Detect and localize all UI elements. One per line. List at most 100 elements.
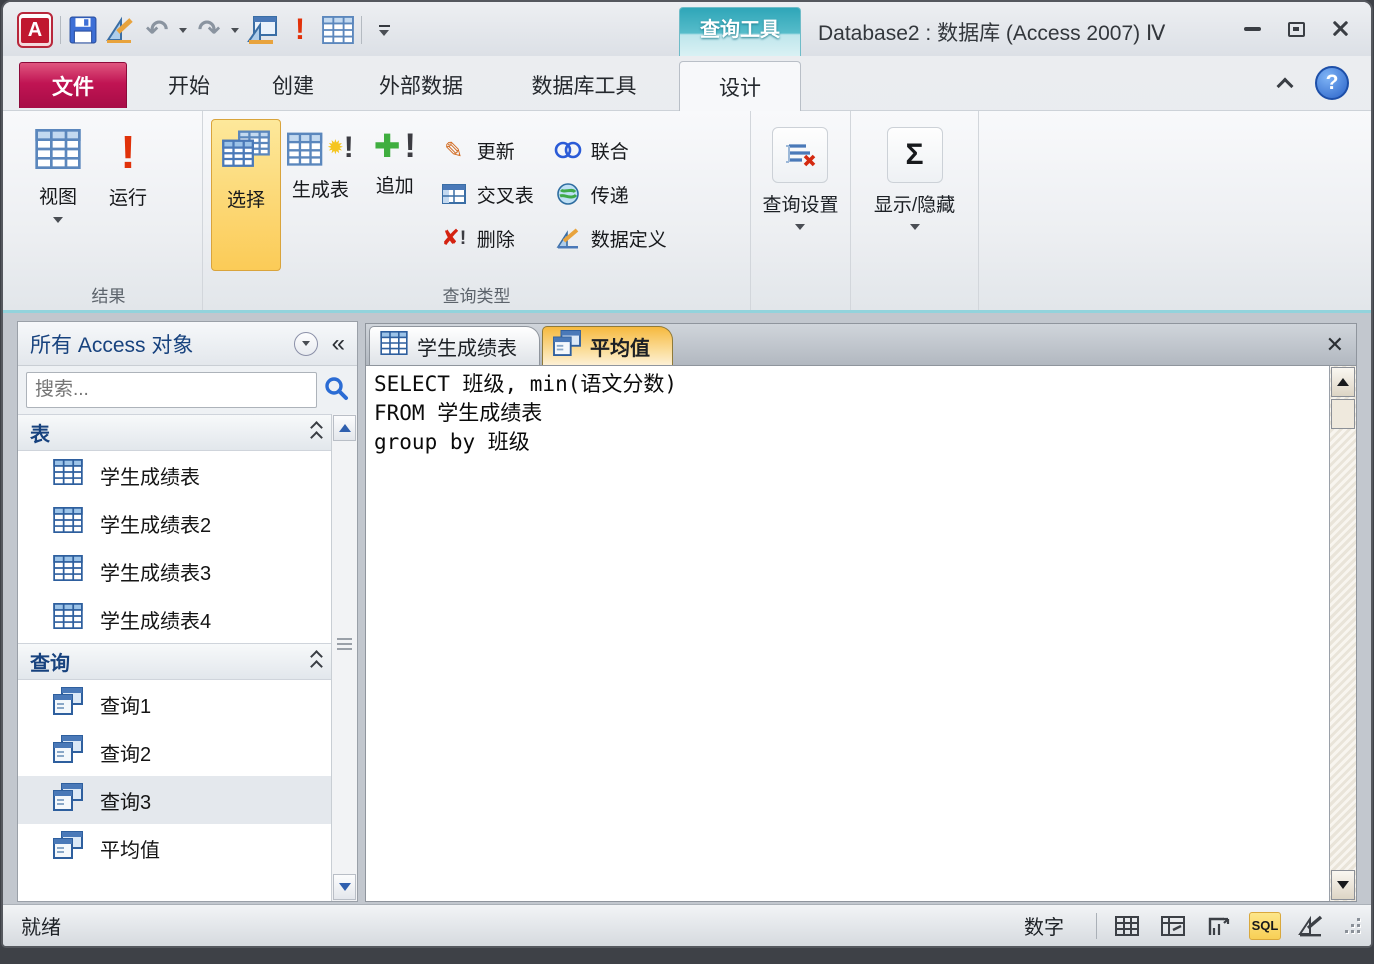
run-quick-icon[interactable]: ! — [285, 12, 315, 48]
update-icon: ✎ — [440, 139, 468, 162]
access-window: A ↶ ↷ ! 查询工具 Database2 : 数据库 — [1, 0, 1373, 948]
scroll-down-icon[interactable] — [333, 874, 356, 900]
union-button[interactable]: 联合 — [554, 133, 667, 167]
delete-icon: ✘! — [440, 227, 468, 249]
show-hide-dropdown-icon — [910, 224, 920, 230]
status-separator — [1096, 913, 1097, 939]
help-button[interactable]: ? — [1315, 66, 1349, 100]
access-logo-icon[interactable]: A — [17, 12, 53, 48]
window-controls — [1237, 18, 1355, 40]
undo-icon[interactable]: ↶ — [142, 12, 172, 48]
query-setup-icon — [772, 127, 828, 183]
close-button[interactable] — [1325, 18, 1355, 40]
navigation-menu-dropdown-icon[interactable] — [294, 332, 318, 356]
status-right-cluster: 数字 SQL — [1024, 911, 1361, 940]
view-icon[interactable] — [246, 12, 278, 48]
save-icon[interactable] — [68, 12, 98, 48]
doc-tab-student-scores[interactable]: 学生成绩表 — [369, 326, 540, 365]
table-icon — [380, 331, 408, 361]
section-header-queries[interactable]: 查询 — [18, 643, 331, 680]
customize-quick-access-icon[interactable] — [369, 12, 399, 48]
globe-icon — [554, 183, 582, 205]
sidebar-item-query-selected[interactable]: 查询3 — [18, 776, 331, 824]
scroll-up-icon[interactable] — [1331, 367, 1355, 397]
scrollbar-thumb[interactable] — [1331, 399, 1355, 429]
sidebar-item-query[interactable]: 查询2 — [18, 728, 331, 776]
table-icon — [52, 459, 84, 491]
qat-separator — [60, 16, 61, 44]
query-icon — [52, 783, 84, 817]
sidebar-item-query[interactable]: 查询1 — [18, 680, 331, 728]
run-button[interactable]: ! 运行 — [93, 119, 163, 271]
search-input[interactable] — [26, 372, 317, 408]
sql-scrollbar[interactable] — [1329, 366, 1356, 901]
navigation-scrollbar[interactable] — [331, 414, 357, 901]
collapse-ribbon-icon[interactable] — [1277, 78, 1294, 95]
redo-dropdown-icon[interactable] — [231, 28, 239, 33]
sql-line: SELECT 班级, min(语文分数) — [374, 370, 1320, 399]
view-dropdown-icon — [53, 217, 63, 223]
design-view-icon[interactable] — [105, 12, 135, 48]
redo-icon[interactable]: ↷ — [194, 12, 224, 48]
sql-line: group by 班级 — [374, 428, 1320, 457]
datasheet-icon[interactable] — [322, 12, 354, 48]
pass-through-button[interactable]: 传递 — [554, 177, 667, 211]
ribbon-group-query-setup: 查询设置 — [751, 111, 851, 310]
scroll-up-icon[interactable] — [333, 415, 356, 441]
tab-database-tools[interactable]: 数据库工具 — [519, 62, 649, 108]
design-view-icon[interactable] — [1295, 912, 1327, 940]
ribbon: 视图 ! 运行 结果 选择 — [3, 110, 1371, 313]
minimize-button[interactable] — [1237, 18, 1267, 40]
sidebar-item-table[interactable]: 学生成绩表2 — [18, 499, 331, 547]
sidebar-item-table[interactable]: 学生成绩表3 — [18, 547, 331, 595]
table-icon — [52, 555, 84, 587]
select-query-button[interactable]: 选择 — [211, 119, 281, 271]
query-icon — [553, 330, 581, 362]
scrollbar-grip[interactable] — [337, 638, 352, 650]
sigma-icon: Σ — [887, 127, 943, 183]
close-document-icon[interactable]: ✕ — [1326, 334, 1344, 356]
tab-create[interactable]: 创建 — [255, 62, 331, 108]
undo-dropdown-icon[interactable] — [179, 28, 187, 33]
crosstab-icon — [440, 184, 468, 204]
query-icon — [52, 831, 84, 865]
pivottable-view-icon[interactable] — [1157, 912, 1189, 940]
doc-tab-average[interactable]: 平均值 — [542, 326, 673, 365]
data-definition-button[interactable]: 数据定义 — [554, 221, 667, 255]
tab-file[interactable]: 文件 — [19, 62, 127, 108]
datasheet-view-icon[interactable] — [1111, 912, 1143, 940]
append-button[interactable]: ✚! 追加 — [360, 119, 430, 271]
query-setup-button[interactable]: 查询设置 — [762, 119, 838, 230]
section-header-tables[interactable]: 表 — [18, 414, 331, 451]
update-button[interactable]: ✎ 更新 — [440, 133, 534, 167]
scroll-down-icon[interactable] — [1331, 870, 1355, 900]
sidebar-item-table[interactable]: 学生成绩表4 — [18, 595, 331, 643]
restore-button[interactable] — [1281, 18, 1311, 40]
query-setup-dropdown-icon — [795, 224, 805, 230]
crosstab-button[interactable]: 交叉表 — [440, 177, 534, 211]
navigation-pane: 所有 Access 对象 « 表 学生成绩表 — [17, 321, 358, 902]
make-table-button[interactable]: ✹! 生成表 — [281, 119, 360, 271]
collapse-section-icon — [312, 423, 321, 442]
ribbon-group-show-hide: Σ 显示/隐藏 — [851, 111, 979, 310]
ribbon-group-results: 视图 ! 运行 结果 — [15, 111, 203, 310]
tab-home[interactable]: 开始 — [151, 62, 227, 108]
sidebar-item-table[interactable]: 学生成绩表 — [18, 451, 331, 499]
tab-design[interactable]: 设计 — [679, 61, 801, 111]
tab-external-data[interactable]: 外部数据 — [365, 62, 477, 108]
ribbon-tab-row: 文件 开始 创建 外部数据 数据库工具 设计 ? — [3, 56, 1371, 110]
title-bar: A ↶ ↷ ! 查询工具 Database2 : 数据库 — [3, 2, 1371, 56]
shutter-bar-collapse-icon[interactable]: « — [328, 332, 349, 356]
delete-button[interactable]: ✘! 删除 — [440, 221, 534, 255]
show-hide-button[interactable]: Σ 显示/隐藏 — [874, 119, 955, 230]
pivotchart-view-icon[interactable] — [1203, 912, 1235, 940]
search-icon[interactable] — [323, 375, 349, 406]
sql-text[interactable]: SELECT 班级, min(语文分数) FROM 学生成绩表 group by… — [366, 366, 1328, 901]
document-pane: 学生成绩表 平均值 ✕ SELECT 班级, min(语文分数) FROM 学生… — [365, 323, 1357, 902]
sql-editor[interactable]: SELECT 班级, min(语文分数) FROM 学生成绩表 group by… — [365, 365, 1357, 902]
sidebar-item-query[interactable]: 平均值 — [18, 824, 331, 872]
resize-grip[interactable] — [1345, 918, 1361, 934]
sql-view-icon[interactable]: SQL — [1249, 912, 1281, 940]
view-button[interactable]: 视图 — [23, 119, 93, 271]
num-lock-indicator: 数字 — [1024, 911, 1064, 940]
